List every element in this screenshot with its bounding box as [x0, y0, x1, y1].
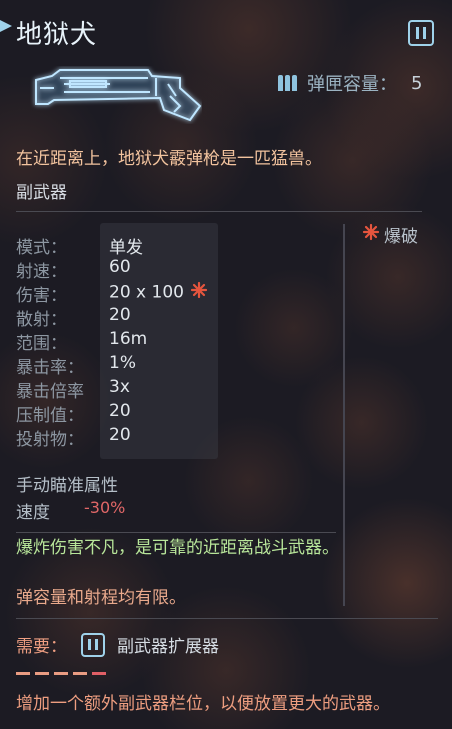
pros-text: 爆炸伤害不凡，是可靠的近距离战斗武器。 [16, 538, 339, 558]
stat-label: 投射物： [16, 430, 84, 450]
stat-row-rate: 射速： 60 [16, 257, 131, 282]
stat-row-damage: 伤害： 20 x 100 [16, 281, 208, 306]
stat-row-range: 范围： 16m [16, 329, 147, 354]
manual-aim-speed: 速度 -30% [16, 498, 125, 523]
divider [16, 618, 438, 619]
shotgun-icon [30, 66, 202, 128]
stat-value: 16m [109, 329, 148, 349]
stat-row-mode: 模式： 单发 [16, 233, 143, 258]
burst-icon [362, 223, 384, 246]
stat-label: 暴击倍率 [16, 382, 84, 402]
requirement-label: 需要： [16, 637, 67, 657]
damage-value: 20 x 100 [109, 282, 184, 303]
burst-icon [190, 281, 208, 304]
stat-value: 20 [109, 401, 131, 421]
stat-value: 20 x 100 [109, 281, 208, 306]
requirement-progress [16, 672, 111, 675]
stat-label: 射速： [16, 262, 67, 282]
speed-value: -30% [84, 498, 126, 517]
magazine-capacity: 弹匣容量： 5 [278, 70, 422, 96]
stat-label: 暴击率： [16, 358, 84, 378]
stat-value: 单发 [109, 238, 143, 258]
weapon-title: 地狱犬 [16, 20, 98, 50]
stat-label: 散射： [16, 310, 67, 330]
stat-value: 20 [109, 425, 131, 445]
stat-value: 3x [109, 377, 130, 397]
cons-text: 弹容量和射程均有限。 [16, 588, 186, 608]
trait-label: 爆破 [384, 227, 418, 247]
stat-label: 伤害： [16, 286, 67, 306]
speed-label: 速度 [16, 503, 50, 523]
stat-value: 20 [109, 305, 131, 325]
trait-explosive: 爆破 [362, 222, 418, 247]
magazine-label: 弹匣容量： [307, 74, 397, 95]
requirement-name: 副武器扩展器 [117, 637, 219, 657]
magazine-value: 5 [411, 72, 423, 94]
divider [16, 211, 422, 212]
secondary-slot-icon [408, 20, 434, 46]
requirement-description: 增加一个额外副武器栏位，以便放置更大的武器。 [16, 694, 390, 714]
stat-value: 1% [109, 353, 136, 373]
stat-row-suppression: 压制值： 20 [16, 401, 131, 426]
stat-label: 模式： [16, 238, 67, 258]
manual-aim-title: 手动瞄准属性 [16, 476, 118, 496]
stat-row-crit-chance: 暴击率： 1% [16, 353, 136, 378]
ammo-icon [278, 75, 299, 91]
stat-row-crit-multiplier: 暴击倍率 3x [16, 377, 130, 402]
divider [16, 532, 336, 533]
weapon-category: 副武器 [16, 183, 67, 203]
title-marker [0, 20, 12, 32]
stat-row-spread: 散射： 20 [16, 305, 131, 330]
stat-row-projectiles: 投射物： 20 [16, 425, 131, 450]
stat-label: 范围： [16, 334, 67, 354]
secondary-slot-icon [81, 632, 105, 657]
requirement: 需要： 副武器扩展器 [16, 632, 219, 657]
stat-value: 60 [109, 257, 131, 277]
stat-label: 压制值： [16, 406, 84, 426]
weapon-description: 在近距离上，地狱犬霰弹枪是一匹猛兽。 [16, 149, 322, 169]
